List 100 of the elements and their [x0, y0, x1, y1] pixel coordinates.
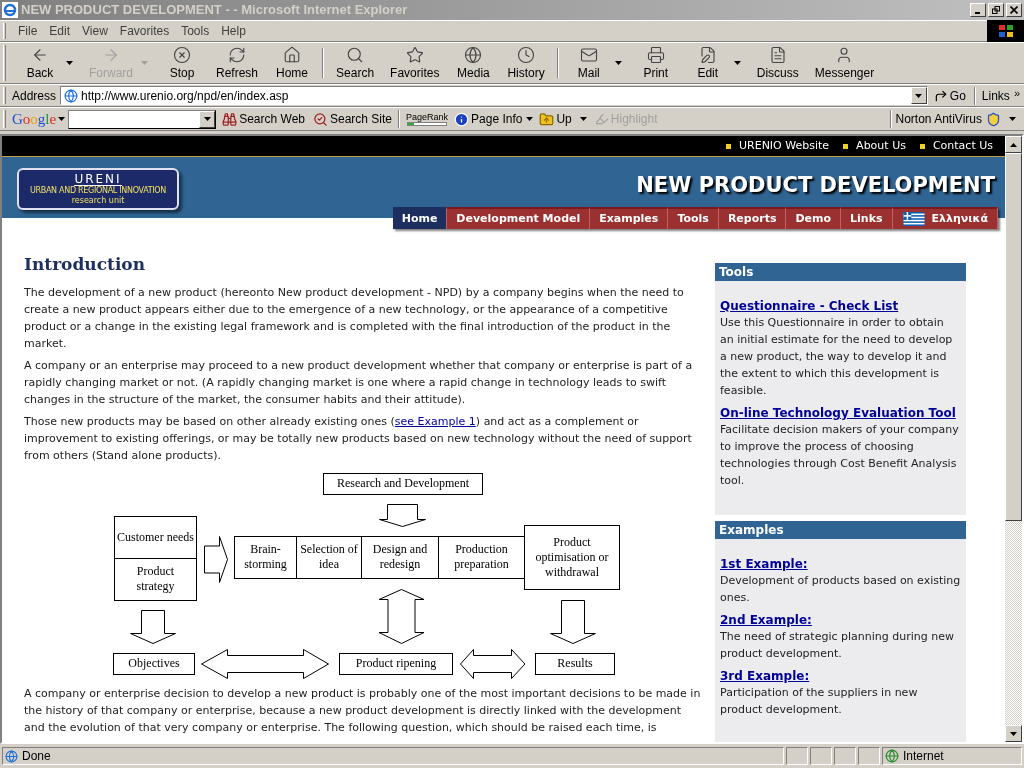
menu-item[interactable]: File — [12, 22, 44, 40]
menu-item[interactable]: Favorites — [113, 22, 176, 40]
menu-item[interactable]: Help — [215, 22, 252, 40]
sidebar-text: The need of strategic planning during new product development. — [720, 629, 955, 662]
document-edit-icon — [698, 46, 717, 64]
address-field[interactable]: http://www.urenio.org/npd/en/index.asp — [60, 86, 928, 105]
sidebar-link[interactable]: 3rd Example: — [720, 668, 961, 684]
toolbar-button[interactable]: Edit — [681, 44, 749, 82]
antivirus-button[interactable]: Norton AntiVirus — [895, 110, 982, 128]
diagram-box: Research and Development — [323, 472, 483, 495]
caret-icon[interactable] — [733, 61, 741, 65]
up-caret-icon — [1010, 142, 1017, 147]
google-logo[interactable]: Google — [12, 107, 57, 131]
page-icon — [5, 749, 18, 763]
diagram-box: Objectives — [113, 652, 195, 675]
top-link[interactable]: URENIO Website — [726, 137, 830, 155]
page-info-button[interactable]: Page Info — [454, 110, 523, 128]
right-block-arrow — [204, 535, 228, 583]
menu-item[interactable]: View — [76, 22, 114, 40]
menu-item[interactable]: Edit — [43, 22, 77, 40]
sidebar-link[interactable]: Questionnaire - Check List — [720, 298, 961, 314]
sidebar-link[interactable]: On-line Technology Evaluation Tool — [720, 405, 961, 421]
urenio-logo[interactable]: URENI URBAN AND REGIONAL INNOVATION research unit — [17, 168, 179, 210]
inline-link[interactable]: see Example 1 — [394, 414, 476, 428]
caret-icon[interactable] — [58, 117, 66, 121]
nav-tab[interactable]: Home — [392, 207, 448, 229]
sidebar-link[interactable]: 2nd Example: — [720, 612, 961, 628]
nav-tab[interactable]: Examples — [590, 207, 669, 229]
nav-tab[interactable]: Development Model — [447, 207, 591, 229]
nav-tab[interactable]: Tools — [668, 207, 719, 229]
process-step: Production preparation — [438, 535, 525, 579]
toolbar-button[interactable]: Print — [629, 44, 682, 82]
shield-icon[interactable] — [986, 111, 1001, 127]
search-web-button[interactable]: Search Web — [222, 110, 305, 128]
search-field[interactable] — [68, 109, 217, 129]
caret-icon[interactable] — [614, 61, 622, 65]
highlighter-icon — [594, 112, 609, 126]
toolbar-button[interactable]: Back — [14, 44, 81, 82]
dropdown-button[interactable] — [199, 110, 216, 128]
status-pane — [858, 747, 880, 765]
star-icon — [405, 46, 424, 64]
toolbar-button[interactable]: Messenger — [806, 44, 883, 82]
caret-icon[interactable] — [579, 117, 587, 121]
top-link[interactable]: Contact Us — [919, 137, 993, 155]
toolbar-button[interactable]: Media — [447, 44, 500, 82]
caret-icon[interactable] — [1010, 731, 1017, 736]
toolbar-button[interactable]: Favorites — [382, 44, 448, 82]
go-button[interactable]: Go — [927, 85, 972, 106]
toolbar-button[interactable]: History — [499, 44, 553, 82]
top-link[interactable]: About Us — [843, 137, 906, 155]
caret-icon[interactable] — [203, 117, 211, 121]
printer-icon — [646, 46, 665, 64]
caret-icon[interactable] — [526, 117, 534, 121]
nav-tab[interactable]: Reports — [718, 207, 787, 229]
left-right-block-arrow — [460, 648, 526, 679]
page-icon — [64, 88, 79, 103]
down-block-arrow — [550, 599, 596, 644]
restore-button[interactable] — [988, 3, 1004, 17]
refresh-icon — [228, 46, 247, 64]
status-pane — [810, 747, 832, 765]
scroll-down-button[interactable] — [1005, 725, 1022, 742]
caret-icon[interactable] — [1009, 117, 1016, 121]
toolbar-button[interactable]: Stop — [156, 44, 208, 82]
caret-icon[interactable] — [915, 93, 923, 98]
up-button[interactable]: Up — [539, 110, 572, 128]
scrollbar-thumb[interactable] — [1005, 153, 1022, 521]
toolbar-button[interactable]: Discuss — [748, 44, 807, 82]
clock-icon — [517, 46, 536, 64]
paragraph: The development of a new product (hereonto New product development - NPD) by a company begins when the need to create a new product appears either due to the emergence of a new technology, or the appearance of a competitive product or a change in the existing legal framework and is completed with the final introduction of the product in the market. — [24, 284, 685, 352]
sidebar-heading: Examples — [715, 521, 966, 539]
go-arrow-icon — [933, 88, 948, 103]
sidebar-text: Facilitate decision makers of your company to improve the process of choosing technologies through Cost Benefit Analysis tool. — [720, 422, 960, 489]
minimize-button[interactable] — [970, 3, 986, 17]
more-chevron[interactable]: » — [1013, 85, 1020, 102]
up-down-block-arrow — [378, 588, 425, 644]
sidebar-text: Participation of the suppliers in new product development. — [720, 685, 919, 718]
dropdown-button[interactable] — [910, 87, 927, 104]
zone-text: Internet — [903, 748, 944, 765]
paragraph: Those new products may be based on other already existing ones (see Example 1) and act as a complement or improvement to existing offerings, or may be totally new products based on new technology without the need of support from others (Stand alone products). — [24, 413, 693, 464]
paragraph: A company or enterprise decision to develop a new product is probably one of the most important decisions to be made in the history of that company or enterprise, because a new product development is directly linked with the development and the evolution of that very company or enterprise. The following question, which should be raised each time, is — [24, 685, 702, 736]
search-site-button[interactable]: Search Site — [313, 110, 393, 128]
diagram-box: Product ripening — [339, 652, 453, 675]
windows-logo-icon — [987, 20, 1024, 42]
diagram-box: Product strategy — [114, 557, 197, 601]
scroll-up-button[interactable] — [1005, 136, 1022, 153]
nav-tab[interactable]: Links — [841, 207, 893, 229]
menu-item[interactable]: Tools — [175, 22, 216, 40]
close-button[interactable] — [1006, 3, 1022, 17]
globe-icon — [464, 46, 483, 64]
toolbar-button[interactable]: Home — [266, 44, 319, 82]
nav-tab[interactable]: Ελληνικά — [892, 207, 998, 229]
window-title: NEW PRODUCT DEVELOPMENT - - Microsoft Internet Explorer — [21, 1, 408, 20]
toolbar-button[interactable]: Mail — [562, 44, 630, 82]
sidebar-link[interactable]: 1st Example: — [720, 556, 961, 572]
nav-tab[interactable]: Demo — [786, 207, 842, 229]
caret-icon[interactable] — [66, 61, 73, 65]
links-button[interactable]: Links — [977, 86, 1014, 105]
pagerank-label: PageRank — [406, 112, 449, 122]
toolbar-button[interactable]: Search — [328, 44, 383, 82]
toolbar-button[interactable]: Refresh — [208, 44, 267, 82]
